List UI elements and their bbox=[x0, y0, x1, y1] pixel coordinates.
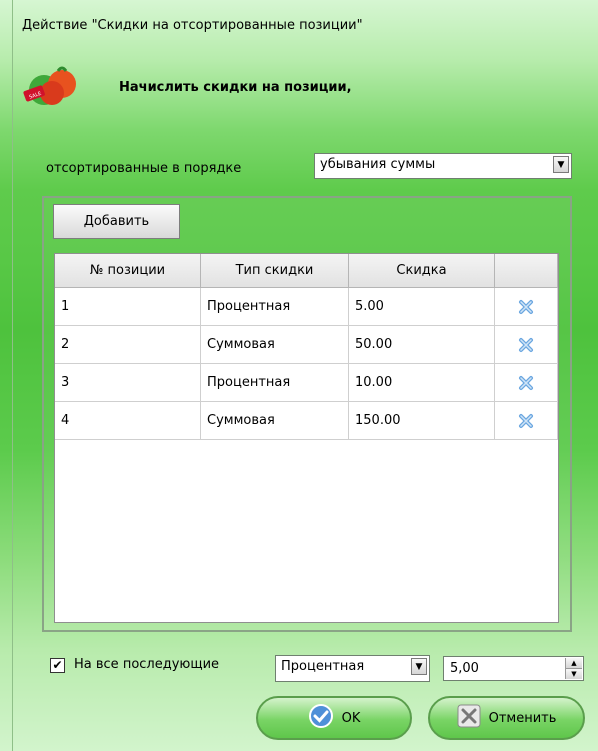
table-header: № позиции Тип скидки Скидка bbox=[55, 254, 558, 288]
spin-buttons: ▲ ▼ bbox=[565, 658, 582, 679]
cell-position[interactable]: 1 bbox=[55, 288, 201, 326]
column-header-type[interactable]: Тип скидки bbox=[201, 254, 349, 287]
cell-type[interactable]: Суммовая bbox=[201, 326, 349, 364]
cell-type[interactable]: Суммовая bbox=[201, 402, 349, 440]
cell-position[interactable]: 4 bbox=[55, 402, 201, 440]
cell-discount[interactable]: 50.00 bbox=[349, 326, 495, 364]
order-label: отсортированные в порядке bbox=[46, 161, 242, 176]
amount-spinbox[interactable]: 5,00 ▲ ▼ bbox=[443, 656, 584, 681]
cell-discount[interactable]: 10.00 bbox=[349, 364, 495, 402]
discount-type-select[interactable]: Процентная ▼ bbox=[275, 655, 430, 682]
column-header-position[interactable]: № позиции bbox=[55, 254, 201, 287]
order-select[interactable]: убывания суммы ▼ bbox=[314, 153, 572, 179]
amount-value: 5,00 bbox=[450, 661, 479, 676]
delete-x-icon[interactable] bbox=[495, 288, 558, 326]
apply-all-checkbox[interactable]: ✔ bbox=[50, 658, 65, 673]
column-header-actions bbox=[495, 254, 558, 287]
cell-type[interactable]: Процентная bbox=[201, 288, 349, 326]
cell-type[interactable]: Процентная bbox=[201, 364, 349, 402]
spin-up-icon[interactable]: ▲ bbox=[566, 658, 582, 669]
delete-x-icon[interactable] bbox=[495, 364, 558, 402]
dialog-title: Действие "Скидки на отсортированные пози… bbox=[22, 18, 363, 33]
cell-position[interactable]: 3 bbox=[55, 364, 201, 402]
ok-label: OK bbox=[341, 710, 361, 726]
discount-type-value: Процентная bbox=[281, 659, 365, 674]
discounts-table: № позиции Тип скидки Скидка 1 Процентная… bbox=[54, 253, 559, 623]
add-button[interactable]: Добавить bbox=[53, 204, 180, 239]
delete-x-icon[interactable] bbox=[495, 402, 558, 440]
cancel-label: Отменить bbox=[488, 710, 557, 726]
checkmark-circle-icon bbox=[308, 703, 334, 733]
spin-down-icon[interactable]: ▼ bbox=[566, 669, 582, 679]
table-row[interactable]: 2 Суммовая 50.00 bbox=[55, 326, 558, 364]
chevron-down-icon[interactable]: ▼ bbox=[553, 156, 569, 173]
table-body: 1 Процентная 5.00 2 Суммовая 50.00 3 Про… bbox=[55, 288, 558, 440]
table-row[interactable]: 1 Процентная 5.00 bbox=[55, 288, 558, 326]
cancel-button[interactable]: Отменить bbox=[428, 696, 585, 740]
order-select-value: убывания суммы bbox=[320, 157, 436, 172]
cell-discount[interactable]: 5.00 bbox=[349, 288, 495, 326]
chevron-down-icon[interactable]: ▼ bbox=[411, 658, 427, 675]
column-header-discount[interactable]: Скидка bbox=[349, 254, 495, 287]
apply-all-label: На все последующие bbox=[74, 657, 220, 672]
dialog-heading: Начислить скидки на позиции, bbox=[119, 80, 352, 95]
table-row[interactable]: 3 Процентная 10.00 bbox=[55, 364, 558, 402]
tomatoes-sale-icon: SALE bbox=[22, 64, 86, 108]
table-row[interactable]: 4 Суммовая 150.00 bbox=[55, 402, 558, 440]
ok-button[interactable]: OK bbox=[256, 696, 412, 740]
delete-x-icon[interactable] bbox=[495, 326, 558, 364]
cross-square-icon bbox=[457, 704, 481, 732]
cell-position[interactable]: 2 bbox=[55, 326, 201, 364]
cell-discount[interactable]: 150.00 bbox=[349, 402, 495, 440]
